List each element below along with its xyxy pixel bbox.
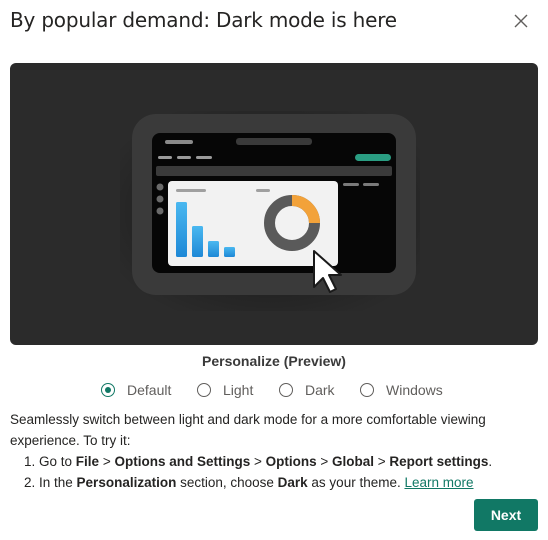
radio-dark[interactable]: Dark <box>279 380 335 400</box>
radio-circle[interactable] <box>101 383 115 397</box>
radio-circle[interactable] <box>360 383 374 397</box>
hero-illustration <box>10 63 538 345</box>
radio-dark-label: Dark <box>305 382 335 398</box>
radio-windows-label: Windows <box>386 382 443 398</box>
radio-default-label: Default <box>127 382 172 398</box>
toolbar-accent-bar <box>355 154 391 161</box>
description-intro: Seamlessly switch between light and dark… <box>10 412 486 448</box>
learn-more-link[interactable]: Learn more <box>404 475 473 490</box>
dialog-title: By popular demand: Dark mode is here <box>10 8 397 32</box>
radio-default[interactable]: Default <box>101 380 171 400</box>
radio-circle[interactable] <box>279 383 293 397</box>
radio-windows[interactable]: Windows <box>360 380 443 400</box>
theme-radio-group: Default Light Dark Windows <box>0 380 548 400</box>
radio-light[interactable]: Light <box>197 380 253 400</box>
step-1: 1. Go to File > Options and Settings > O… <box>24 454 493 469</box>
dark-mode-illustration <box>120 111 420 311</box>
personalize-label: Personalize (Preview) <box>202 353 346 369</box>
radio-circle[interactable] <box>197 383 211 397</box>
next-button[interactable]: Next <box>474 499 538 531</box>
steps-list: 1. Go to File > Options and Settings > O… <box>10 451 530 493</box>
radio-light-label: Light <box>223 382 254 398</box>
description: Seamlessly switch between light and dark… <box>10 409 530 493</box>
step-2: 2. In the Personalization section, choos… <box>24 475 474 490</box>
close-icon[interactable] <box>512 12 530 30</box>
